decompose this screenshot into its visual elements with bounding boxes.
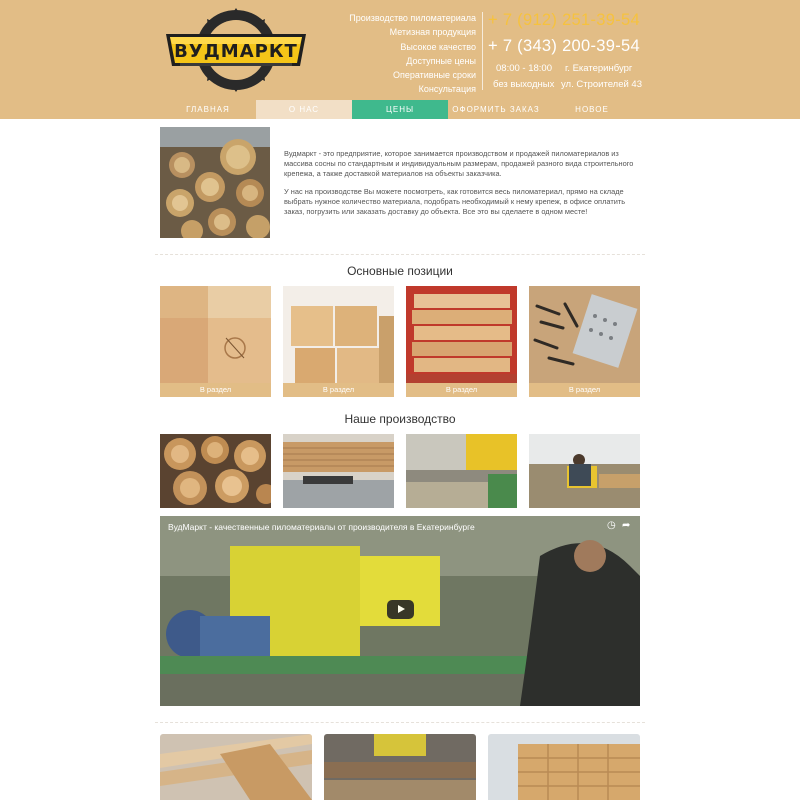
production-photo[interactable] (406, 434, 517, 508)
nav-prices[interactable]: ЦЕНЫ (352, 100, 448, 119)
production-photo[interactable] (160, 434, 271, 508)
divider (155, 722, 645, 723)
fasteners-photo (529, 286, 640, 383)
tagline: Высокое качество (400, 41, 476, 52)
nav-news[interactable]: НОВОЕ (544, 100, 640, 119)
city: г. Екатеринбург (565, 63, 633, 74)
card-button[interactable]: В раздел (283, 383, 394, 397)
production-photo[interactable] (283, 434, 394, 508)
main-nav: ГЛАВНАЯ О НАС ЦЕНЫ ОФОРМИТЬ ЗАКАЗ НОВОЕ (0, 100, 800, 119)
product-card[interactable]: В раздел (529, 286, 640, 397)
gallery-photo[interactable] (488, 734, 640, 800)
work-days: без выходных (493, 79, 555, 90)
card-button[interactable]: В раздел (160, 383, 271, 397)
clock-icon[interactable]: ◷ (607, 520, 616, 531)
gallery-photo[interactable] (160, 734, 312, 800)
tagline: Производство пиломатериала (349, 13, 476, 23)
divider (155, 254, 645, 255)
production-title: Наше производство (344, 412, 456, 426)
product-card[interactable]: В раздел (283, 286, 394, 397)
product-card[interactable]: В раздел (160, 286, 271, 397)
header-divider (482, 12, 483, 90)
tagline-list: Производство пиломатериала Метизная прод… (330, 11, 476, 97)
tagline: Доступные цены (406, 55, 476, 66)
gallery-photo[interactable] (324, 734, 476, 800)
card-button[interactable]: В раздел (406, 383, 517, 397)
site-header: ВУДМАРКТ Производство пиломатериала Мети… (0, 0, 800, 100)
logo[interactable]: ВУДМАРКТ (160, 8, 312, 92)
boards-photo (406, 286, 517, 383)
timber-photo (283, 286, 394, 383)
tagline: Консультация (418, 84, 476, 95)
address: ул. Строителей 43 (561, 79, 643, 90)
about-paragraph: Вудмаркт - это предприятие, которое зани… (284, 149, 634, 178)
tagline: Метизная продукция (389, 27, 476, 38)
work-hours: 08:00 - 18:00 (496, 63, 552, 74)
play-icon[interactable] (387, 600, 414, 619)
nav-order[interactable]: ОФОРМИТЬ ЗАКАЗ (448, 100, 544, 119)
positions-title: Основные позиции (347, 264, 453, 278)
phone-secondary[interactable]: + 7 (343) 200-39-54 (488, 37, 640, 56)
video-title: ВудМаркт - качественные пиломатериалы от… (168, 522, 475, 532)
production-photo[interactable] (529, 434, 640, 508)
nav-home[interactable]: ГЛАВНАЯ (160, 100, 256, 119)
logo-text: ВУДМАРКТ (174, 41, 298, 62)
nav-about[interactable]: О НАС (256, 100, 352, 119)
phone-primary[interactable]: + 7 (912) 251-39-54 (488, 11, 640, 30)
share-icon[interactable]: ➦ (622, 520, 630, 531)
logs-photo (160, 127, 270, 238)
video-player[interactable]: ВудМаркт - качественные пиломатериалы от… (160, 516, 640, 706)
product-card[interactable]: В раздел (406, 286, 517, 397)
about-paragraph: У нас на производстве Вы можете посмотре… (284, 187, 626, 216)
beam-photo (160, 286, 271, 383)
card-button[interactable]: В раздел (529, 383, 640, 397)
tagline: Оперативные сроки (392, 70, 476, 81)
about-text: Вудмаркт - это предприятие, которое зани… (284, 149, 642, 225)
